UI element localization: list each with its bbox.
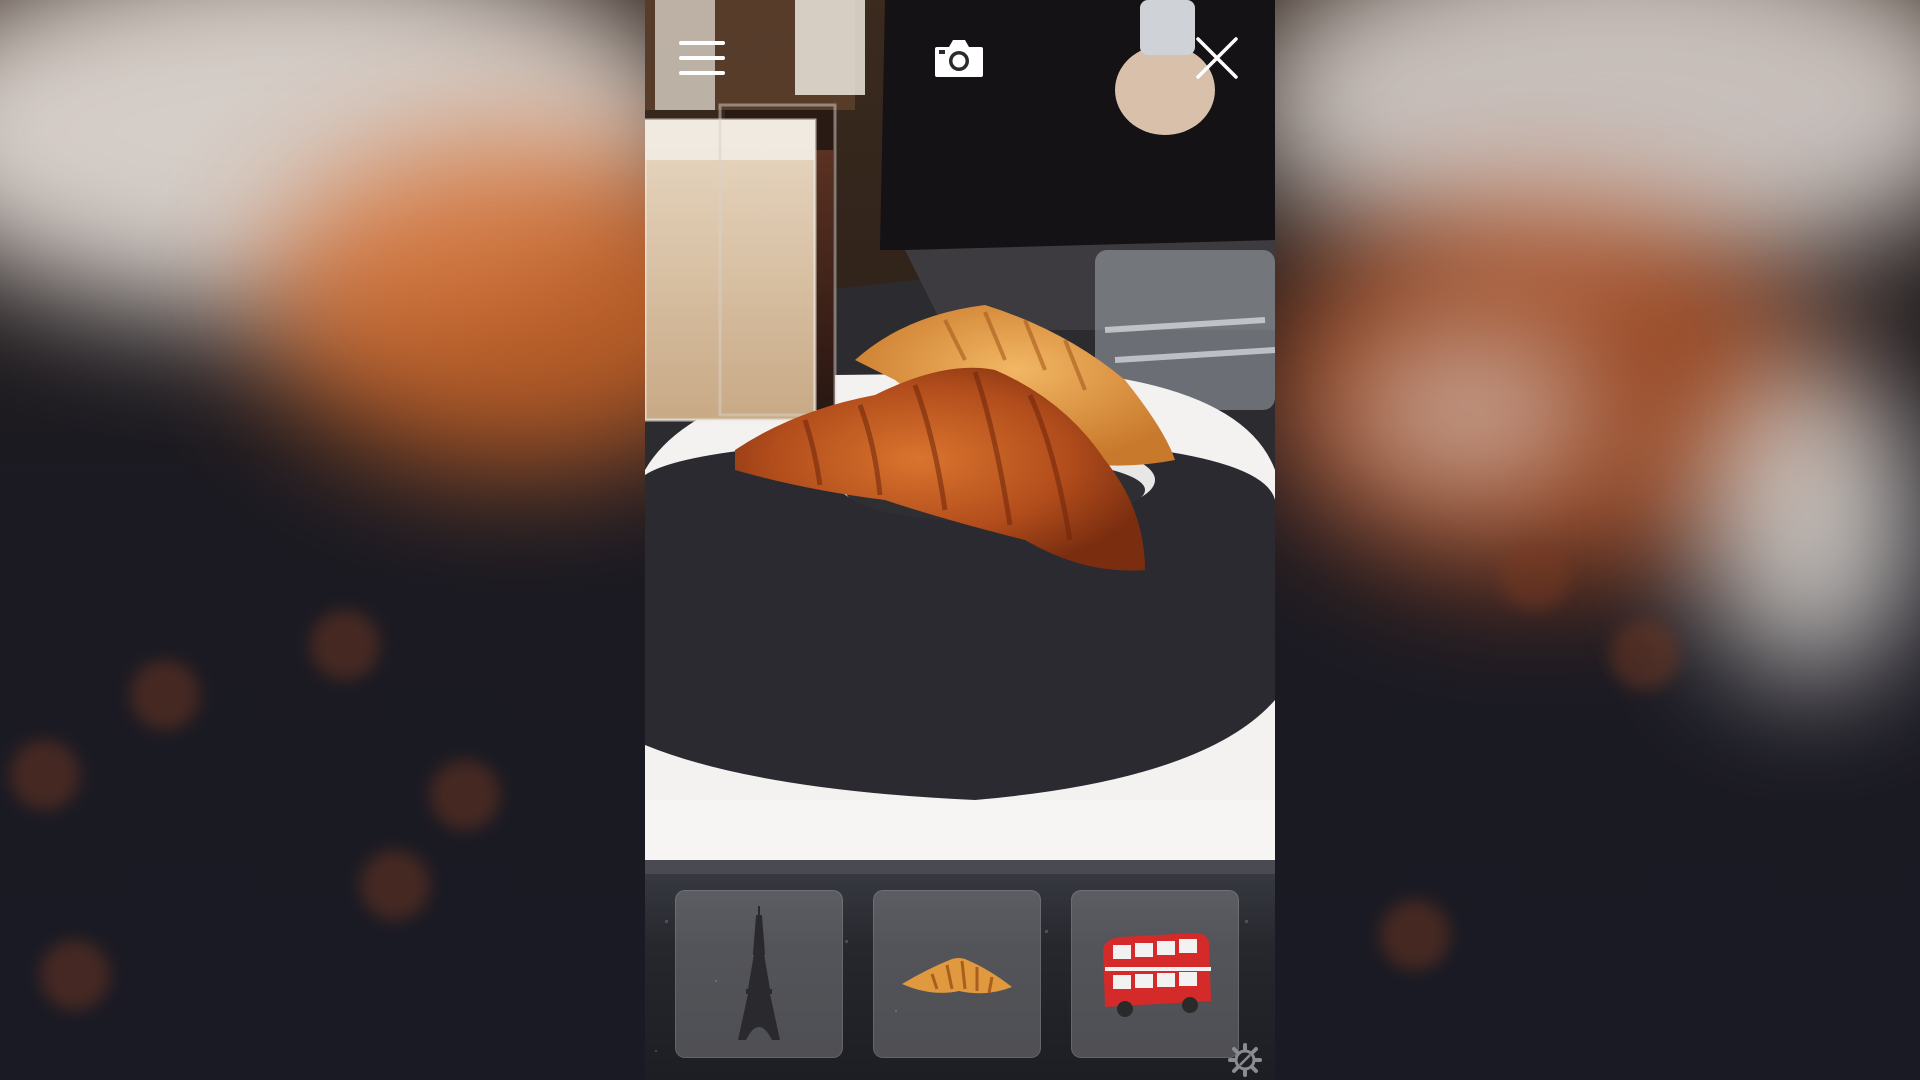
tray-item-croissant[interactable] — [873, 890, 1041, 1058]
take-photo-button[interactable] — [927, 28, 991, 88]
gear-icon — [1228, 1043, 1262, 1077]
menu-button[interactable] — [670, 28, 734, 88]
tray-item-eiffel-tower[interactable] — [675, 890, 843, 1058]
double-decker-bus-icon — [1103, 933, 1211, 1017]
croissant-icon — [902, 958, 1012, 994]
camera-scene — [645, 0, 1275, 860]
eiffel-tower-icon — [738, 906, 780, 1040]
settings-button[interactable] — [1225, 1040, 1265, 1080]
close-button[interactable] — [1185, 28, 1249, 88]
ar-camera-view[interactable] — [645, 0, 1275, 860]
camera-icon — [935, 40, 983, 77]
hamburger-menu-icon — [679, 41, 725, 75]
object-tray — [645, 860, 1275, 1080]
close-icon — [1196, 37, 1238, 79]
tray-item-double-decker-bus[interactable] — [1071, 890, 1239, 1058]
top-toolbar — [645, 0, 1275, 110]
phone-screen — [645, 0, 1275, 1080]
